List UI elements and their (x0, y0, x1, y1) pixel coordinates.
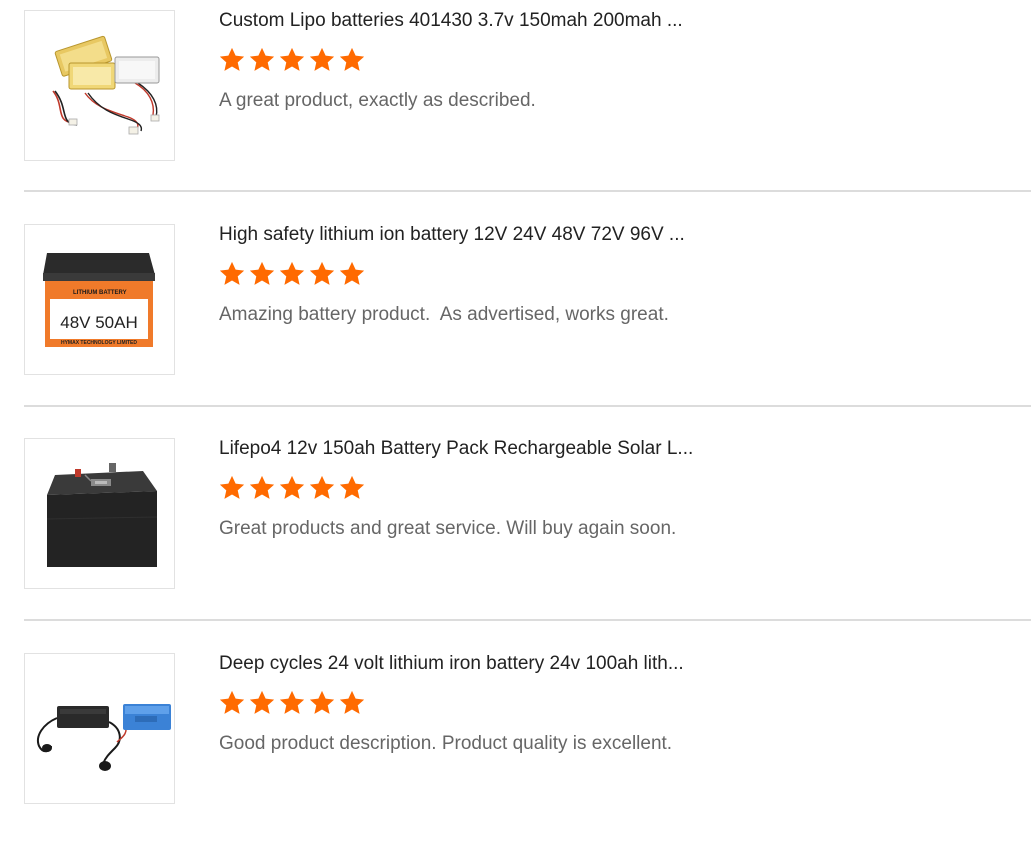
star-icon (309, 47, 335, 71)
product-title-link[interactable]: Custom Lipo batteries 401430 3.7v 150mah… (219, 10, 739, 32)
thumbnail-rating-text: 48V 50AH (60, 313, 138, 332)
star-icon (279, 261, 305, 285)
star-icon (339, 261, 365, 285)
review-comment: Good product description. Product qualit… (219, 733, 673, 754)
star-icon (249, 690, 275, 714)
star-icon (219, 690, 245, 714)
star-rating (218, 260, 366, 288)
star-icon (279, 475, 305, 499)
review-item: Custom Lipo batteries 401430 3.7v 150mah… (24, 0, 1031, 214)
star-icon (309, 475, 335, 499)
product-thumbnail[interactable] (24, 438, 175, 589)
battery-pack-with-charger-image (37, 704, 171, 771)
star-icon (219, 261, 245, 285)
star-icon (339, 690, 365, 714)
star-icon (219, 475, 245, 499)
48v-battery-box-image: LITHIUM BATTERY 48V 50AH HYMAX TECHNOLOG… (43, 253, 155, 347)
star-icon (279, 47, 305, 71)
star-icon (279, 690, 305, 714)
product-title-link[interactable]: Lifepo4 12v 150ah Battery Pack Rechargea… (219, 438, 739, 460)
star-icon (249, 475, 275, 499)
divider (24, 405, 1031, 407)
black-battery-box-image (46, 463, 158, 567)
product-thumbnail[interactable] (24, 653, 175, 804)
star-icon (219, 47, 245, 71)
star-rating (218, 689, 366, 717)
divider (24, 190, 1031, 192)
star-icon (309, 690, 335, 714)
star-icon (339, 47, 365, 71)
review-comment: Amazing battery product. As advertised, … (219, 304, 669, 325)
review-comment: A great product, exactly as described. (219, 90, 536, 111)
product-thumbnail[interactable] (24, 10, 175, 161)
product-title-link[interactable]: High safety lithium ion battery 12V 24V … (219, 224, 739, 246)
product-title-link[interactable]: Deep cycles 24 volt lithium iron battery… (219, 653, 739, 675)
review-item: Deep cycles 24 volt lithium iron battery… (24, 643, 1031, 857)
star-icon (249, 47, 275, 71)
star-icon (309, 261, 335, 285)
thumbnail-footer-text: HYMAX TECHNOLOGY LIMITED (61, 340, 137, 346)
review-item: LITHIUM BATTERY 48V 50AH HYMAX TECHNOLOG… (24, 214, 1031, 428)
star-icon (249, 261, 275, 285)
thumbnail-header-text: LITHIUM BATTERY (73, 290, 127, 296)
star-rating (218, 46, 366, 74)
lipo-pouch-cells-image (52, 35, 160, 135)
review-item: Lifepo4 12v 150ah Battery Pack Rechargea… (24, 428, 1031, 642)
star-rating (218, 474, 366, 502)
review-comment: Great products and great service. Will b… (219, 518, 677, 539)
divider (24, 619, 1031, 621)
product-thumbnail[interactable]: LITHIUM BATTERY 48V 50AH HYMAX TECHNOLOG… (24, 224, 175, 375)
star-icon (339, 475, 365, 499)
